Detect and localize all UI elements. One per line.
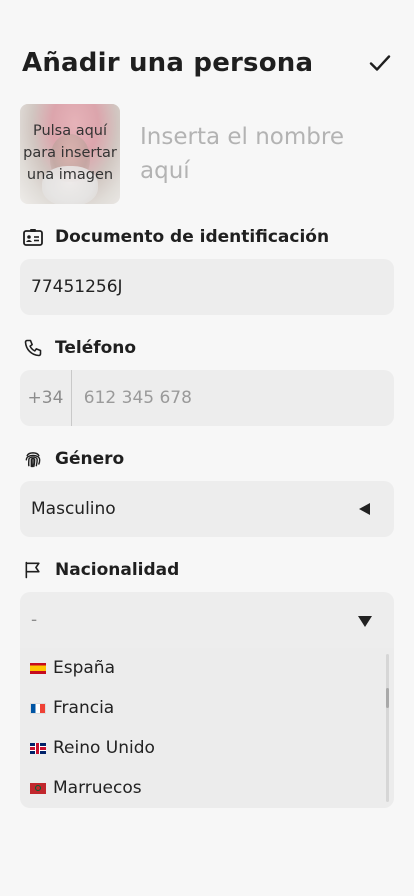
option-reino-unido[interactable]: Reino Unido	[20, 728, 394, 768]
dropdown-scrollbar[interactable]	[386, 654, 389, 802]
option-label: España	[53, 658, 115, 678]
option-espana[interactable]: España	[20, 648, 394, 688]
option-label: Marruecos	[53, 778, 142, 798]
option-marruecos[interactable]: Marruecos	[20, 768, 394, 808]
spain-flag-icon	[30, 662, 46, 674]
document-field[interactable]: 77451256J	[20, 259, 394, 315]
nationality-label-row: Nacionalidad	[22, 559, 179, 581]
scrollbar-thumb[interactable]	[386, 688, 389, 708]
nationality-dropdown: España Francia Reino Unido Marruecos	[20, 648, 394, 808]
phone-label-row: Teléfono	[22, 337, 136, 359]
photo-picker[interactable]: Pulsa aquí para insertar una imagen	[20, 104, 120, 204]
id-card-icon	[22, 226, 44, 248]
flag-icon	[22, 559, 44, 581]
uk-flag-icon	[30, 742, 46, 754]
france-flag-icon	[30, 702, 46, 714]
page-title: Añadir una persona	[22, 48, 314, 78]
nationality-label: Nacionalidad	[55, 560, 180, 580]
phone-field: +34	[20, 370, 394, 426]
option-label: Francia	[53, 698, 115, 718]
phone-divider	[70, 370, 72, 426]
document-label-row: Documento de identificación	[22, 226, 329, 248]
phone-prefix[interactable]: +34	[20, 388, 71, 408]
gender-select[interactable]: Masculino	[20, 481, 394, 537]
document-label: Documento de identificación	[55, 227, 330, 247]
check-icon[interactable]	[366, 49, 394, 77]
option-francia[interactable]: Francia	[20, 688, 394, 728]
morocco-flag-icon	[30, 782, 46, 794]
photo-hint: Pulsa aquí para insertar una imagen	[23, 123, 117, 183]
gender-label: Género	[55, 449, 125, 469]
phone-input[interactable]	[81, 387, 394, 409]
phone-icon	[22, 337, 44, 359]
phone-label: Teléfono	[55, 338, 137, 358]
nationality-value: -	[31, 610, 38, 630]
photo-row: Pulsa aquí para insertar una imagen	[20, 104, 394, 204]
document-value: 77451256J	[31, 277, 123, 297]
name-input[interactable]	[140, 120, 370, 190]
dropdown-arrow-icon	[358, 616, 372, 627]
fingerprint-icon	[22, 448, 44, 470]
gender-value: Masculino	[31, 499, 116, 519]
header: Añadir una persona	[22, 48, 394, 78]
collapse-arrow-icon	[359, 503, 370, 515]
option-label: Reino Unido	[53, 738, 155, 758]
nationality-select[interactable]: -	[20, 592, 394, 648]
gender-label-row: Género	[22, 448, 124, 470]
